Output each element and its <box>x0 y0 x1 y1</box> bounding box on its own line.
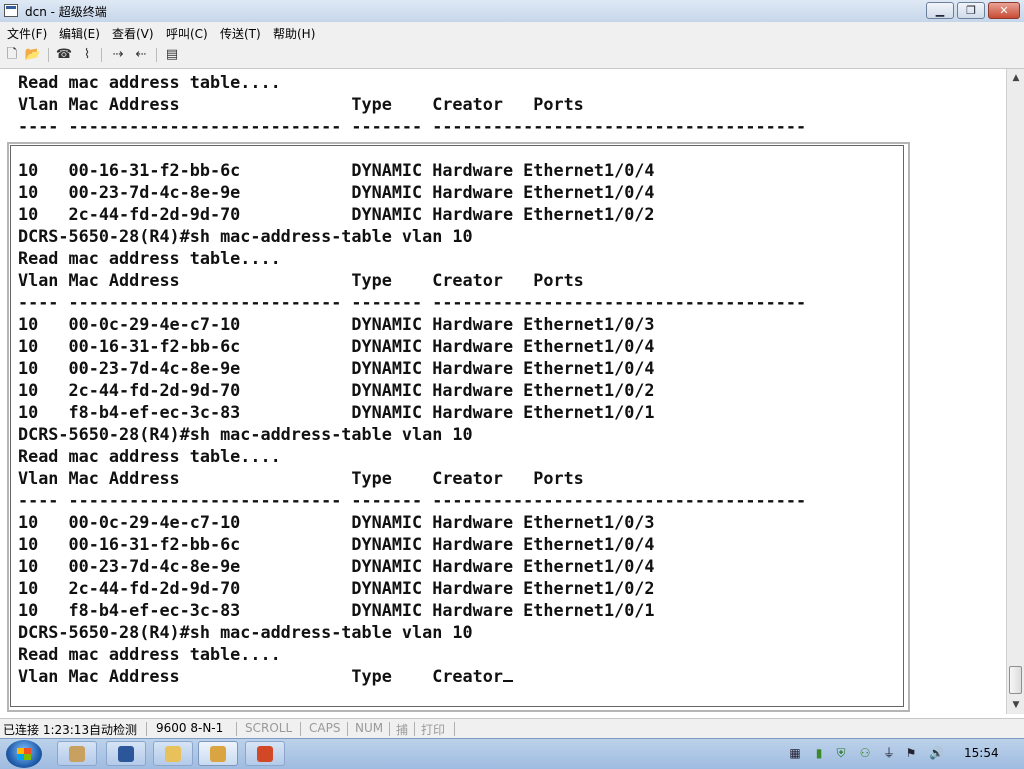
call-icon[interactable]: ☎ <box>55 46 73 64</box>
menu-file[interactable]: 文件(F) <box>7 25 47 42</box>
terminal-line: Vlan Mac Address Type Creator <box>18 666 503 686</box>
taskbar-app-hyperterminal[interactable] <box>57 741 97 766</box>
scroll-thumb[interactable] <box>1009 666 1022 694</box>
status-divider <box>300 722 301 736</box>
terminal-area[interactable]: Read mac address table.... Vlan Mac Addr… <box>0 69 1006 714</box>
menu-call[interactable]: 呼叫(C) <box>166 25 208 42</box>
send-icon[interactable]: ⇢ <box>109 46 127 64</box>
explorer-icon <box>165 746 181 762</box>
disconnect-icon[interactable]: ⌇ <box>78 46 96 64</box>
status-print: 打印 <box>421 723 446 737</box>
flag-icon[interactable]: ⚑ <box>904 746 918 760</box>
terminal-line: 10 00-16-31-f2-bb-6c DYNAMIC Hardware Et… <box>18 160 655 180</box>
taskbar-app-powerpoint[interactable] <box>245 741 285 766</box>
usb-icon[interactable]: ⏚ <box>882 746 896 760</box>
scroll-up-arrow-icon[interactable]: ▲ <box>1009 71 1023 85</box>
status-caps: CAPS <box>309 721 341 735</box>
volume-icon[interactable]: 🔊 <box>929 746 944 760</box>
status-capture: 捕 <box>396 723 409 737</box>
terminal-line: 10 00-23-7d-4c-8e-9e DYNAMIC Hardware Et… <box>18 556 655 576</box>
start-button[interactable] <box>6 740 42 768</box>
receive-icon[interactable]: ⇠ <box>132 46 150 64</box>
shield-icon[interactable]: ⛨ <box>834 746 848 760</box>
status-divider <box>389 722 390 736</box>
packages-icon <box>210 746 226 762</box>
taskbar: ▦ ▮ ⛨ ⚇ ⏚ ⚑ 🔊 15:54 <box>0 738 1024 769</box>
terminal-output: Read mac address table.... Vlan Mac Addr… <box>18 71 806 687</box>
terminal-line: DCRS-5650-28(R4)#sh mac-address-table vl… <box>18 424 473 444</box>
system-tray: ▦ ▮ ⛨ ⚇ ⏚ ⚑ 🔊 15:54 <box>784 739 1024 769</box>
terminal-line: 10 f8-b4-ef-ec-3c-83 DYNAMIC Hardware Et… <box>18 402 655 422</box>
taskbar-app-packages[interactable] <box>198 741 238 766</box>
scroll-down-arrow-icon[interactable]: ▼ <box>1009 698 1023 712</box>
maximize-button[interactable]: ❐ <box>957 2 985 19</box>
terminal-line: Read mac address table.... <box>18 72 281 92</box>
terminal-line: Vlan Mac Address Type Creator Ports <box>18 270 584 290</box>
status-divider <box>146 722 147 736</box>
taskbar-app-explorer[interactable] <box>153 741 193 766</box>
minimize-button[interactable]: ▁ <box>926 2 954 19</box>
terminal-line: 10 00-0c-29-4e-c7-10 DYNAMIC Hardware Et… <box>18 512 655 532</box>
terminal-line: 10 2c-44-fd-2d-9d-70 DYNAMIC Hardware Et… <box>18 578 655 598</box>
word-icon <box>118 746 134 762</box>
close-button[interactable]: ✕ <box>988 2 1020 19</box>
status-divider <box>454 722 455 736</box>
status-bar: 已连接 1:23:13 自动检测 9600 8-N-1 SCROLL CAPS … <box>0 718 1024 739</box>
toolbar: 🗋 📂 ☎ ⌇ ⇢ ⇠ ▤ <box>0 42 1024 69</box>
status-divider <box>414 722 415 736</box>
terminal-line: Vlan Mac Address Type Creator Ports <box>18 468 584 488</box>
toolbar-separator <box>101 48 102 62</box>
network-icon[interactable]: ⚇ <box>858 746 872 760</box>
menu-bar: 文件(F) 编辑(E) 查看(V) 呼叫(C) 传送(T) 帮助(H) <box>0 22 1024 42</box>
terminal-line: Read mac address table.... <box>18 644 281 664</box>
status-port-settings: 9600 8-N-1 <box>156 721 224 735</box>
status-connected: 已连接 1:23:13 <box>3 723 90 737</box>
vertical-scrollbar[interactable]: ▲ ▼ <box>1006 69 1024 714</box>
terminal-line: 10 2c-44-fd-2d-9d-70 DYNAMIC Hardware Et… <box>18 204 655 224</box>
terminal-line: 10 00-23-7d-4c-8e-9e DYNAMIC Hardware Et… <box>18 182 655 202</box>
terminal-line: Read mac address table.... <box>18 446 281 466</box>
terminal-line: DCRS-5650-28(R4)#sh mac-address-table vl… <box>18 226 473 246</box>
app-icon <box>4 4 18 17</box>
status-detect: 自动检测 <box>89 723 138 737</box>
open-folder-icon[interactable]: 📂 <box>24 46 42 64</box>
properties-icon[interactable]: ▤ <box>163 46 181 64</box>
terminal-line: 10 2c-44-fd-2d-9d-70 DYNAMIC Hardware Et… <box>18 380 655 400</box>
terminal-line: ---- --------------------------- -------… <box>18 116 807 136</box>
terminal-line: 10 00-0c-29-4e-c7-10 DYNAMIC Hardware Et… <box>18 314 655 334</box>
powerpoint-icon <box>257 746 273 762</box>
menu-transfer[interactable]: 传送(T) <box>220 25 261 42</box>
terminal-line: 10 00-16-31-f2-bb-6c DYNAMIC Hardware Et… <box>18 534 655 554</box>
status-scroll: SCROLL <box>245 721 293 735</box>
hyperterminal-icon <box>69 746 85 762</box>
status-divider <box>236 722 237 736</box>
terminal-line: 10 00-23-7d-4c-8e-9e DYNAMIC Hardware Et… <box>18 358 655 378</box>
taskbar-clock[interactable]: 15:54 <box>964 746 999 760</box>
title-bar: dcn - 超级终端 ▁ ❐ ✕ <box>0 0 1024 23</box>
terminal-line: 10 00-16-31-f2-bb-6c DYNAMIC Hardware Et… <box>18 336 655 356</box>
terminal-line: 10 f8-b4-ef-ec-3c-83 DYNAMIC Hardware Et… <box>18 600 655 620</box>
terminal-line: ---- --------------------------- -------… <box>18 490 807 510</box>
toolbar-separator <box>48 48 49 62</box>
menu-edit[interactable]: 编辑(E) <box>59 25 100 42</box>
status-divider <box>347 722 348 736</box>
film-icon[interactable]: ▦ <box>788 746 802 760</box>
menu-help[interactable]: 帮助(H) <box>273 25 315 42</box>
terminal-line: Vlan Mac Address Type Creator Ports <box>18 94 584 114</box>
terminal-line: Read mac address table.... <box>18 248 281 268</box>
terminal-line: DCRS-5650-28(R4)#sh mac-address-table vl… <box>18 622 473 642</box>
new-file-icon[interactable]: 🗋 <box>3 46 21 64</box>
terminal-line: ---- --------------------------- -------… <box>18 292 807 312</box>
menu-view[interactable]: 查看(V) <box>112 25 154 42</box>
window-title: dcn - 超级终端 <box>25 5 107 19</box>
text-cursor <box>502 680 513 682</box>
toolbar-separator <box>156 48 157 62</box>
battery-icon[interactable]: ▮ <box>812 746 826 760</box>
status-num: NUM <box>355 721 384 735</box>
taskbar-app-word[interactable] <box>106 741 146 766</box>
